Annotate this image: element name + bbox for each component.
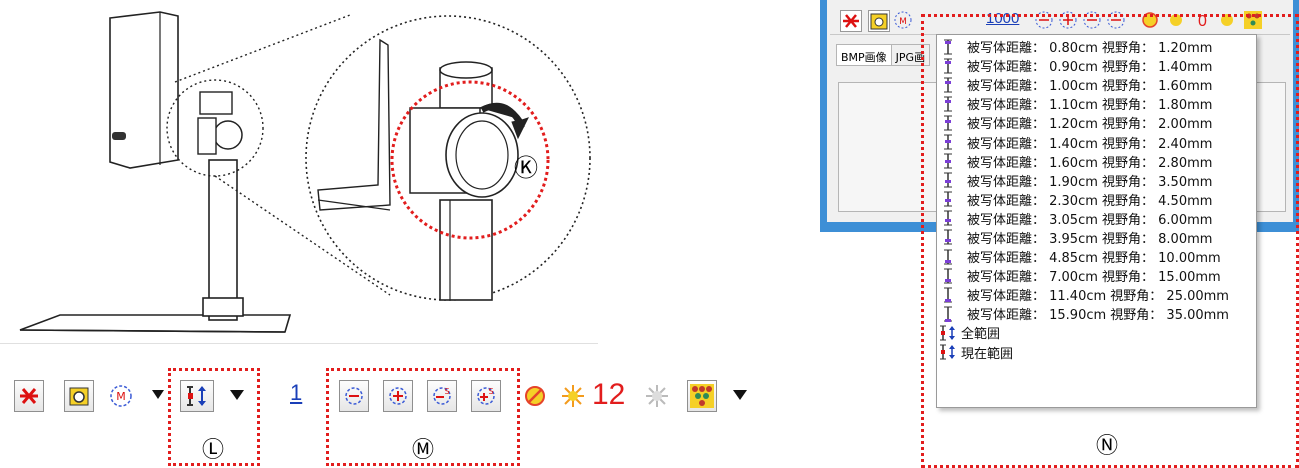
microscope-illustration: [19, 11, 591, 333]
stop-button[interactable]: [840, 10, 862, 32]
stop-button[interactable]: [14, 380, 44, 412]
callout-n: Ⓝ: [1096, 434, 1119, 459]
sun-icon: [562, 385, 584, 407]
callout-l: Ⓛ: [202, 438, 225, 463]
brightness-down-button[interactable]: [644, 383, 670, 409]
camera-button[interactable]: [64, 380, 94, 412]
stop-icon: [843, 14, 859, 28]
zoom-number: 1: [290, 380, 303, 405]
pattern-icon: [690, 384, 714, 408]
brightness-value: 12: [592, 378, 626, 411]
pattern-button[interactable]: [687, 380, 717, 412]
measure-icon: M: [110, 385, 132, 407]
camera-icon: [870, 13, 888, 30]
light-off-icon: [525, 386, 545, 406]
brightness-up-button[interactable]: [560, 383, 586, 409]
tab-bmp[interactable]: BMP画像: [836, 44, 892, 66]
camera-icon: [69, 387, 89, 406]
camera-button[interactable]: [868, 10, 890, 32]
chevron-down-icon[interactable]: [733, 390, 747, 400]
measure-button[interactable]: M: [106, 380, 136, 412]
dim-sun-icon: [646, 385, 668, 407]
callout-m: Ⓜ: [412, 438, 435, 463]
measure-icon: M: [894, 11, 912, 29]
svg-text:M: M: [116, 390, 126, 403]
callout-k: Ⓚ: [514, 154, 538, 182]
light-off-button[interactable]: [523, 384, 547, 408]
divider-line: [0, 343, 598, 344]
stop-icon: [20, 388, 38, 404]
app-tabs: BMP画像 JPG画: [836, 44, 931, 66]
measure-button[interactable]: M: [893, 10, 913, 30]
svg-text:M: M: [899, 17, 907, 27]
highlight-n: [921, 14, 1299, 468]
chevron-down-icon[interactable]: [152, 390, 164, 399]
